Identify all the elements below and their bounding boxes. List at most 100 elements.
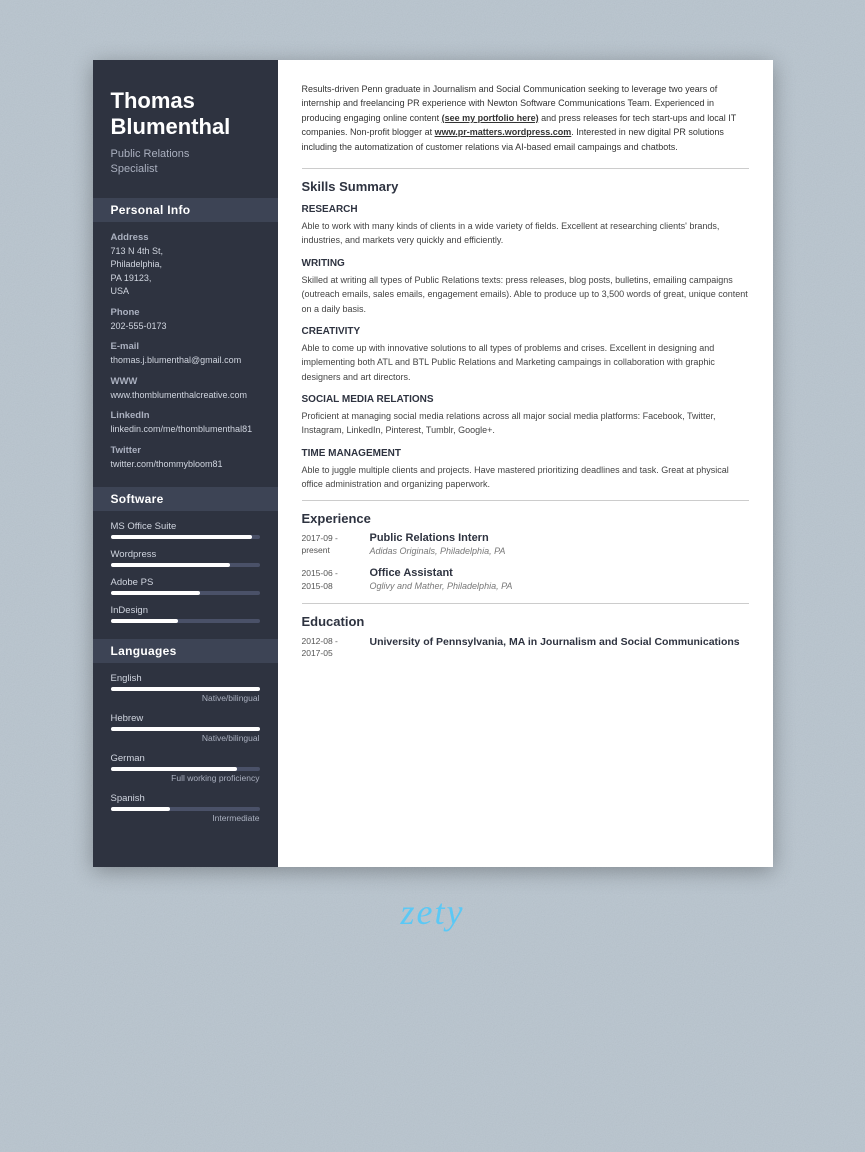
language-bar-fill bbox=[111, 727, 260, 731]
portfolio-link[interactable]: (see my portfolio here) bbox=[442, 113, 539, 123]
exp-title: Office Assistant bbox=[370, 567, 749, 579]
summary-paragraph: Results-driven Penn graduate in Journali… bbox=[302, 82, 749, 154]
skill-text: Proficient at managing social media rela… bbox=[302, 409, 749, 438]
exp-title: Public Relations Intern bbox=[370, 532, 749, 544]
software-item: MS Office Suite bbox=[111, 521, 260, 539]
language-name: English bbox=[111, 673, 260, 684]
language-bar-fill bbox=[111, 807, 171, 811]
skills-list: RESEARCH Able to work with many kinds of… bbox=[302, 204, 749, 492]
exp-date: 2017-09 -present bbox=[302, 532, 370, 558]
exp-company: Oglivy and Mather, Philadelphia, PA bbox=[370, 581, 749, 591]
language-level: Full working proficiency bbox=[111, 773, 260, 783]
software-bar-fill bbox=[111, 535, 253, 539]
experience-heading: Experience bbox=[302, 511, 749, 526]
exp-content: Public Relations Intern Adidas Originals… bbox=[370, 532, 749, 558]
education-row: 2012-08 -2017-05 University of Pennsylva… bbox=[302, 635, 749, 661]
software-bar-bg bbox=[111, 619, 260, 623]
language-bar-bg bbox=[111, 727, 260, 731]
linkedin-value: linkedin.com/me/thomblumenthal81 bbox=[111, 423, 260, 437]
languages-heading: Languages bbox=[93, 639, 278, 663]
software-bar-bg bbox=[111, 591, 260, 595]
language-bar-bg bbox=[111, 767, 260, 771]
skill-text: Able to come up with innovative solution… bbox=[302, 341, 749, 384]
skill-item: WRITING Skilled at writing all types of … bbox=[302, 258, 749, 316]
language-name: Spanish bbox=[111, 793, 260, 804]
blog-url[interactable]: www.pr-matters.wordpress.com bbox=[435, 127, 572, 137]
address-label: Address bbox=[111, 232, 260, 243]
software-name: MS Office Suite bbox=[111, 521, 260, 532]
skill-text: Able to work with many kinds of clients … bbox=[302, 219, 749, 248]
skill-heading: TIME MANAGEMENT bbox=[302, 448, 749, 459]
software-name: Wordpress bbox=[111, 549, 260, 560]
education-divider bbox=[302, 603, 749, 604]
skill-heading: WRITING bbox=[302, 258, 749, 269]
skill-text: Skilled at writing all types of Public R… bbox=[302, 273, 749, 316]
phone-value: 202-555-0173 bbox=[111, 320, 260, 334]
address-value: 713 N 4th St,Philadelphia,PA 19123,USA bbox=[111, 245, 260, 299]
language-level: Native/bilingual bbox=[111, 733, 260, 743]
software-item: Adobe PS bbox=[111, 577, 260, 595]
software-section: MS Office Suite Wordpress Adobe PS InDes… bbox=[111, 521, 260, 623]
linkedin-label: LinkedIn bbox=[111, 410, 260, 421]
exp-content: Office Assistant Oglivy and Mather, Phil… bbox=[370, 567, 749, 593]
language-level: Intermediate bbox=[111, 813, 260, 823]
sidebar: ThomasBlumenthal Public RelationsSpecial… bbox=[93, 60, 278, 867]
language-item: German Full working proficiency bbox=[111, 753, 260, 783]
language-bar-fill bbox=[111, 687, 260, 691]
language-bar-bg bbox=[111, 687, 260, 691]
skill-heading: CREATIVITY bbox=[302, 326, 749, 337]
skills-divider bbox=[302, 168, 749, 169]
skill-item: CREATIVITY Able to come up with innovati… bbox=[302, 326, 749, 384]
software-bar-fill bbox=[111, 591, 200, 595]
edu-school: University of Pennsylvania, MA in Journa… bbox=[370, 635, 749, 650]
twitter-value: twitter.com/thommybloom81 bbox=[111, 458, 260, 472]
language-item: Hebrew Native/bilingual bbox=[111, 713, 260, 743]
exp-date: 2015-06 -2015-08 bbox=[302, 567, 370, 593]
language-name: German bbox=[111, 753, 260, 764]
experience-list: 2017-09 -present Public Relations Intern… bbox=[302, 532, 749, 593]
person-title: Public RelationsSpecialist bbox=[111, 147, 260, 178]
email-label: E-mail bbox=[111, 341, 260, 352]
software-bar-bg bbox=[111, 563, 260, 567]
skill-item: SOCIAL MEDIA RELATIONS Proficient at man… bbox=[302, 394, 749, 438]
software-heading: Software bbox=[93, 487, 278, 511]
software-item: InDesign bbox=[111, 605, 260, 623]
software-bar-fill bbox=[111, 563, 230, 567]
skills-heading: Skills Summary bbox=[302, 179, 749, 194]
edu-date: 2012-08 -2017-05 bbox=[302, 635, 370, 661]
www-value: www.thomblumenthalcreative.com bbox=[111, 389, 260, 403]
edu-content: University of Pennsylvania, MA in Journa… bbox=[370, 635, 749, 661]
exp-company: Adidas Originals, Philadelphia, PA bbox=[370, 546, 749, 556]
software-name: InDesign bbox=[111, 605, 260, 616]
resume-document: ThomasBlumenthal Public RelationsSpecial… bbox=[93, 60, 773, 867]
personal-info-section: Address 713 N 4th St,Philadelphia,PA 191… bbox=[111, 232, 260, 472]
software-name: Adobe PS bbox=[111, 577, 260, 588]
skill-item: RESEARCH Able to work with many kinds of… bbox=[302, 204, 749, 248]
brand-footer: zety bbox=[401, 891, 465, 933]
software-bar-fill bbox=[111, 619, 178, 623]
skill-heading: SOCIAL MEDIA RELATIONS bbox=[302, 394, 749, 405]
education-list: 2012-08 -2017-05 University of Pennsylva… bbox=[302, 635, 749, 661]
main-content: Results-driven Penn graduate in Journali… bbox=[278, 60, 773, 867]
languages-section: English Native/bilingual Hebrew Native/b… bbox=[111, 673, 260, 823]
software-item: Wordpress bbox=[111, 549, 260, 567]
language-name: Hebrew bbox=[111, 713, 260, 724]
education-heading: Education bbox=[302, 614, 749, 629]
email-value: thomas.j.blumenthal@gmail.com bbox=[111, 354, 260, 368]
skill-heading: RESEARCH bbox=[302, 204, 749, 215]
experience-divider bbox=[302, 500, 749, 501]
skill-item: TIME MANAGEMENT Able to juggle multiple … bbox=[302, 448, 749, 492]
person-name: ThomasBlumenthal bbox=[111, 88, 260, 141]
www-label: WWW bbox=[111, 376, 260, 387]
skill-text: Able to juggle multiple clients and proj… bbox=[302, 463, 749, 492]
language-bar-fill bbox=[111, 767, 238, 771]
experience-row: 2015-06 -2015-08 Office Assistant Oglivy… bbox=[302, 567, 749, 593]
personal-info-heading: Personal Info bbox=[93, 198, 278, 222]
phone-label: Phone bbox=[111, 307, 260, 318]
experience-row: 2017-09 -present Public Relations Intern… bbox=[302, 532, 749, 558]
twitter-label: Twitter bbox=[111, 445, 260, 456]
language-item: English Native/bilingual bbox=[111, 673, 260, 703]
language-item: Spanish Intermediate bbox=[111, 793, 260, 823]
language-bar-bg bbox=[111, 807, 260, 811]
language-level: Native/bilingual bbox=[111, 693, 260, 703]
